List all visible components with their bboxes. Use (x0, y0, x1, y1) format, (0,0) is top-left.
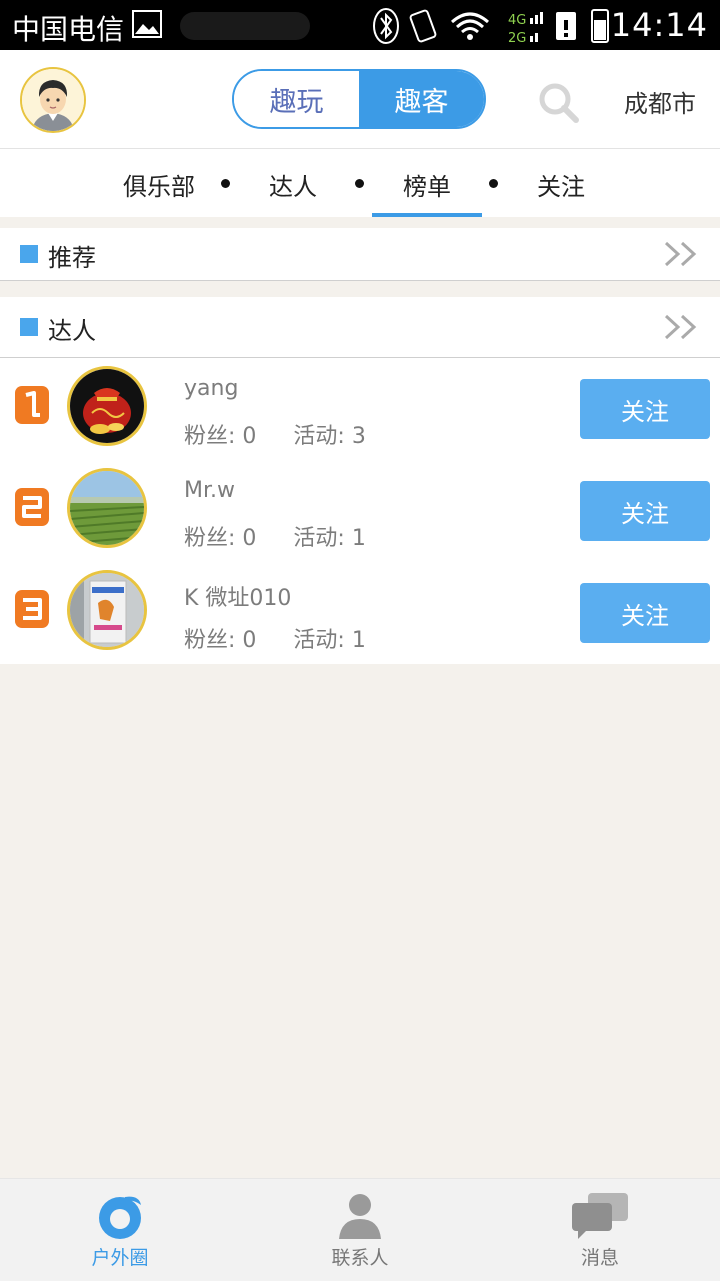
vibrate-icon (409, 9, 437, 43)
bluetooth-icon (373, 8, 399, 44)
blurred-notification (180, 12, 310, 40)
user-stats: 粉丝: 0 活动: 1 (184, 520, 366, 552)
user-name: yang (184, 376, 239, 401)
section-experts[interactable]: 达人 (0, 297, 720, 358)
activity-label: 活动: (293, 526, 345, 551)
fans-count: 0 (242, 526, 257, 551)
section-marker (20, 245, 38, 263)
product-box-avatar-icon (70, 573, 144, 647)
nav-label: 消息 (580, 1247, 619, 1269)
user-avatar[interactable] (67, 468, 147, 548)
search-icon[interactable] (536, 80, 580, 124)
tab-following[interactable]: 关注 (537, 167, 585, 202)
battery-icon (591, 9, 609, 43)
user-stats: 粉丝: 0 活动: 3 (184, 418, 366, 450)
svg-text:1: 1 (14, 385, 15, 386)
tab-separator (489, 179, 498, 188)
user-avatar[interactable] (20, 67, 86, 133)
fans-count: 0 (242, 628, 257, 653)
user-name: K 微址010 (184, 586, 292, 611)
user-avatar[interactable] (67, 570, 147, 650)
activity-label: 活动: (293, 424, 345, 449)
city-selector[interactable]: 成都市 (624, 84, 696, 119)
fans-count: 0 (242, 424, 257, 449)
follow-button[interactable]: 关注 (580, 379, 710, 439)
list-item[interactable]: 1 yang 粉丝: 0 活动: 3 关注 (0, 358, 720, 460)
nav-label: 户外圈 (91, 1247, 149, 1269)
rank-badge-1-icon: 1 (14, 385, 49, 424)
clock: 14:14 (610, 6, 708, 44)
svg-text:3: 3 (14, 589, 15, 590)
sim-alert-icon (556, 12, 576, 40)
bottom-navigation: 户外圈 联系人 消息 (0, 1178, 720, 1281)
follow-button[interactable]: 关注 (580, 583, 710, 643)
tab-separator (221, 179, 230, 188)
wifi-icon (451, 12, 489, 40)
follow-button[interactable]: 关注 (580, 481, 710, 541)
nav-label: 联系人 (331, 1247, 389, 1269)
mode-switch: 趣玩 趣客 (232, 69, 486, 129)
segment-quwan[interactable]: 趣玩 (234, 71, 359, 127)
section-title: 推荐 (48, 244, 96, 272)
section-recommend[interactable]: 推荐 (0, 228, 720, 281)
double-chevron-right-icon[interactable] (662, 240, 702, 268)
tab-ranking[interactable]: 榜单 (403, 167, 451, 202)
person-avatar-icon (22, 69, 84, 131)
activity-count: 1 (351, 628, 366, 653)
list-item[interactable]: 2 Mr.w 粉丝: 0 活动: 1 关注 (0, 460, 720, 562)
rank-badge-3-icon: 3 (14, 589, 49, 628)
outdoor-circle-icon (99, 1196, 141, 1239)
top-header: 趣玩 趣客 成都市 (0, 50, 720, 149)
messages-icon (572, 1193, 628, 1239)
section-title: 达人 (48, 317, 96, 345)
svg-text:2G: 2G (508, 31, 526, 46)
active-tab-indicator (372, 213, 482, 217)
status-icons: 4G 2G (373, 8, 609, 46)
lucky-bag-avatar-icon (70, 369, 144, 443)
contacts-icon (339, 1194, 381, 1239)
list-item[interactable]: 3 K 微址010 粉丝: 0 活动: 1 关注 (0, 562, 720, 664)
tab-club[interactable]: 俱乐部 (123, 167, 195, 202)
double-chevron-right-icon[interactable] (662, 313, 702, 341)
carrier-name: 中国电信 (12, 13, 125, 46)
image-notification-icon (132, 10, 162, 38)
tab-separator (355, 179, 364, 188)
svg-text:4G: 4G (508, 13, 526, 28)
signal-icon: 4G 2G (508, 12, 543, 46)
nav-messages[interactable]: 消息 (520, 1179, 680, 1281)
activity-count: 3 (351, 424, 366, 449)
user-stats: 粉丝: 0 活动: 1 (184, 622, 366, 654)
activity-count: 1 (351, 526, 366, 551)
category-tabs: 俱乐部 达人 榜单 关注 (0, 149, 720, 217)
svg-text:2: 2 (14, 487, 15, 488)
nav-contacts[interactable]: 联系人 (280, 1179, 440, 1281)
fans-label: 粉丝: (184, 424, 236, 449)
segment-quke[interactable]: 趣客 (359, 71, 484, 127)
activity-label: 活动: (293, 628, 345, 653)
fans-label: 粉丝: (184, 628, 236, 653)
ranking-list: 1 yang 粉丝: 0 活动: 3 关注 2 Mr.w 粉丝: 0 活动: 1… (0, 358, 720, 664)
rank-badge-2-icon: 2 (14, 487, 49, 526)
user-name: Mr.w (184, 478, 235, 503)
nav-outdoor-circle[interactable]: 户外圈 (40, 1179, 200, 1281)
user-avatar[interactable] (67, 366, 147, 446)
section-marker (20, 318, 38, 336)
fans-label: 粉丝: (184, 526, 236, 551)
tab-experts[interactable]: 达人 (269, 167, 317, 202)
status-bar: 中国电信 4G 2G 14:14 (0, 0, 720, 50)
tea-field-avatar-icon (70, 471, 144, 545)
